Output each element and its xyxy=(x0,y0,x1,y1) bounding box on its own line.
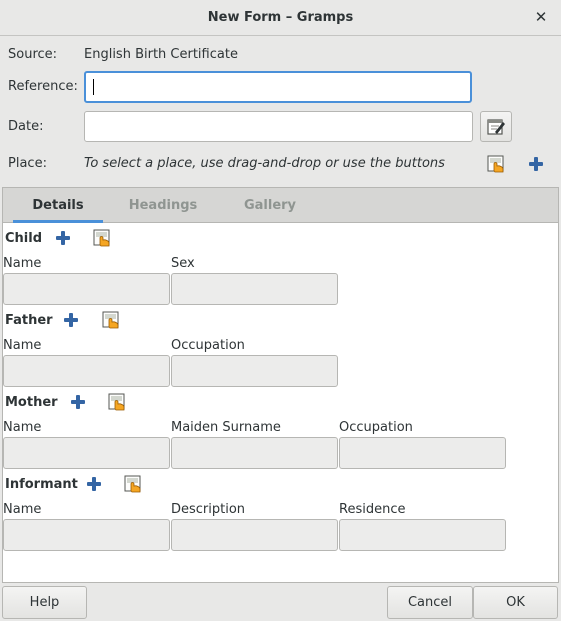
informant-description-text[interactable] xyxy=(172,520,337,550)
father-name-text[interactable] xyxy=(4,356,169,386)
date-label: Date: xyxy=(8,119,44,134)
mother-name-field[interactable] xyxy=(3,437,170,469)
reference-text[interactable] xyxy=(86,73,470,101)
mother-occupation-header: Occupation xyxy=(339,420,413,435)
mother-occupation-text[interactable] xyxy=(340,438,505,468)
select-place-icon[interactable] xyxy=(487,155,505,173)
dialog-button-bar: Help Cancel OK xyxy=(0,583,561,621)
add-place-icon[interactable] xyxy=(529,157,543,171)
reference-input[interactable] xyxy=(84,71,472,103)
child-sex-field[interactable] xyxy=(171,273,338,305)
father-name-header: Name xyxy=(3,338,42,353)
child-name-header: Name xyxy=(3,256,42,271)
window-title: New Form – Gramps xyxy=(207,10,354,25)
child-name-text[interactable] xyxy=(4,274,169,304)
help-button-label: Help xyxy=(29,595,60,610)
add-mother-icon[interactable] xyxy=(71,395,85,409)
ok-button[interactable]: OK xyxy=(473,586,558,619)
date-edit-icon xyxy=(487,119,505,135)
informant-name-text[interactable] xyxy=(4,520,169,550)
tab-gallery-label: Gallery xyxy=(243,198,297,213)
tab-gallery[interactable]: Gallery xyxy=(225,188,315,223)
select-child-icon[interactable] xyxy=(93,229,111,247)
cancel-button-label: Cancel xyxy=(407,595,453,610)
date-editor-button[interactable] xyxy=(480,111,512,142)
active-tab-indicator xyxy=(13,220,103,223)
mother-name-header: Name xyxy=(3,420,42,435)
source-label: Source: xyxy=(8,47,58,62)
select-informant-icon[interactable] xyxy=(124,475,142,493)
place-label: Place: xyxy=(8,156,47,171)
informant-name-header: Name xyxy=(3,502,42,517)
mother-maiden-surname-text[interactable] xyxy=(172,438,337,468)
add-father-icon[interactable] xyxy=(64,313,78,327)
informant-section-title: Informant xyxy=(5,477,78,492)
cancel-button[interactable]: Cancel xyxy=(387,586,473,619)
informant-residence-text[interactable] xyxy=(340,520,505,550)
tab-details-label: Details xyxy=(32,198,84,213)
add-informant-icon[interactable] xyxy=(87,477,101,491)
select-father-icon[interactable] xyxy=(102,311,120,329)
father-occupation-field[interactable] xyxy=(171,355,338,387)
mother-name-text[interactable] xyxy=(4,438,169,468)
child-name-field[interactable] xyxy=(3,273,170,305)
mother-section-title: Mother xyxy=(5,395,58,410)
mother-occupation-field[interactable] xyxy=(339,437,506,469)
select-mother-icon[interactable] xyxy=(108,393,126,411)
father-name-field[interactable] xyxy=(3,355,170,387)
father-occupation-text[interactable] xyxy=(172,356,337,386)
informant-name-field[interactable] xyxy=(3,519,170,551)
tab-bar: Details Headings Gallery xyxy=(3,188,558,223)
informant-description-field[interactable] xyxy=(171,519,338,551)
mother-maiden-surname-field[interactable] xyxy=(171,437,338,469)
father-section-title: Father xyxy=(5,313,53,328)
tab-headings[interactable]: Headings xyxy=(118,188,208,223)
child-sex-text[interactable] xyxy=(172,274,337,304)
close-icon[interactable]: ✕ xyxy=(531,7,551,27)
add-child-icon[interactable] xyxy=(56,231,70,245)
tab-details[interactable]: Details xyxy=(13,188,103,223)
help-button[interactable]: Help xyxy=(2,586,87,619)
title-bar: New Form – Gramps ✕ xyxy=(0,0,561,36)
details-notebook: Details Headings Gallery Child Name Sex … xyxy=(2,187,559,583)
informant-description-header: Description xyxy=(171,502,246,517)
ok-button-label: OK xyxy=(506,595,525,610)
informant-residence-header: Residence xyxy=(339,502,406,517)
child-sex-header: Sex xyxy=(171,256,195,271)
tab-headings-label: Headings xyxy=(128,198,198,213)
source-value: English Birth Certificate xyxy=(84,47,238,62)
text-caret xyxy=(93,79,94,95)
date-input[interactable] xyxy=(84,111,473,142)
reference-label: Reference: xyxy=(8,79,78,94)
mother-maiden-surname-header: Maiden Surname xyxy=(171,420,281,435)
child-section-title: Child xyxy=(5,231,43,246)
informant-residence-field[interactable] xyxy=(339,519,506,551)
place-hint: To select a place, use drag-and-drop or … xyxy=(84,156,445,171)
date-text[interactable] xyxy=(85,112,472,141)
father-occupation-header: Occupation xyxy=(171,338,245,353)
